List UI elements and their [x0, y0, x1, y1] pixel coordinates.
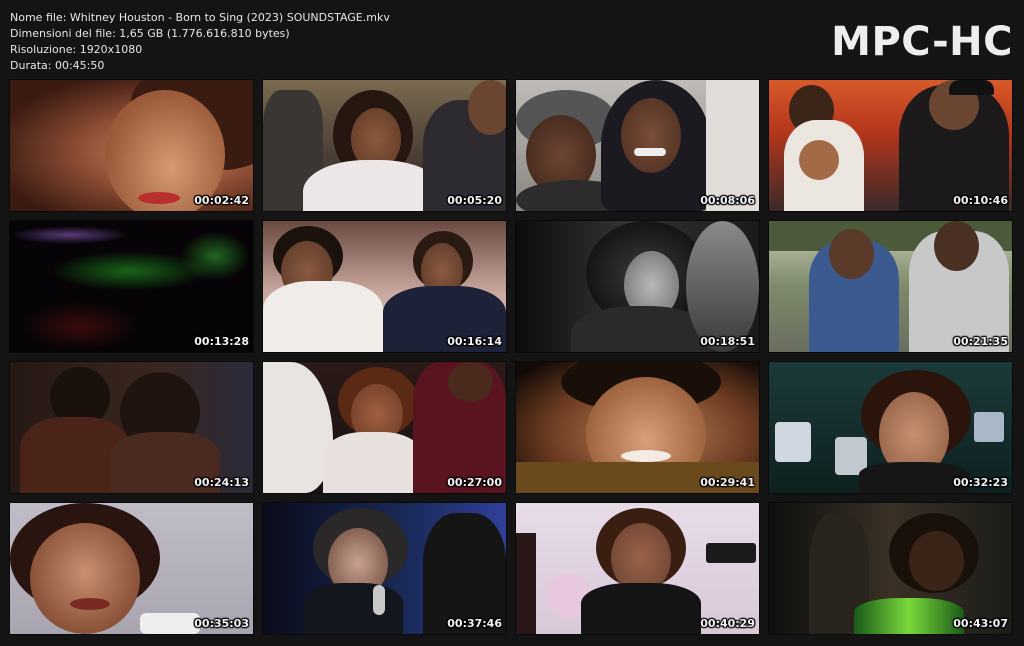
video-thumbnail: 00:40:29 — [515, 502, 760, 635]
timestamp-label: 00:13:28 — [194, 335, 249, 348]
frame-image — [516, 80, 759, 211]
timestamp-label: 00:18:51 — [700, 335, 755, 348]
resolution-line: Risoluzione: 1920x1080 — [10, 43, 143, 56]
timestamp-label: 00:05:20 — [447, 194, 502, 207]
frame-image — [263, 80, 506, 211]
video-thumbnail: 00:32:23 — [768, 361, 1013, 494]
frame-image — [10, 80, 253, 211]
video-thumbnail: 00:05:20 — [262, 79, 507, 212]
video-thumbnail: 00:18:51 — [515, 220, 760, 353]
video-thumbnail: 00:13:28 — [9, 220, 254, 353]
frame-image — [516, 362, 759, 493]
video-thumbnail: 00:21:35 — [768, 220, 1013, 353]
frame-image — [263, 503, 506, 634]
timestamp-label: 00:37:46 — [447, 617, 502, 630]
video-thumbnail: 00:24:13 — [9, 361, 254, 494]
frame-image — [769, 362, 1012, 493]
file-info-panel: Nome file: Whitney Houston - Born to Sin… — [10, 10, 390, 74]
video-thumbnail: 00:02:42 — [9, 79, 254, 212]
video-thumbnail: 00:37:46 — [262, 502, 507, 635]
timestamp-label: 00:24:13 — [194, 476, 249, 489]
video-thumbnail: 00:27:00 — [262, 361, 507, 494]
video-thumbnail: 00:35:03 — [9, 502, 254, 635]
timestamp-label: 00:43:07 — [953, 617, 1008, 630]
timestamp-label: 00:27:00 — [447, 476, 502, 489]
frame-image — [516, 503, 759, 634]
timestamp-label: 00:32:23 — [953, 476, 1008, 489]
video-thumbnail: 00:10:46 — [768, 79, 1013, 212]
frame-image — [263, 221, 506, 352]
frame-image — [10, 362, 253, 493]
frame-image — [769, 221, 1012, 352]
timestamp-label: 00:29:41 — [700, 476, 755, 489]
timestamp-label: 00:35:03 — [194, 617, 249, 630]
video-thumbnail: 00:29:41 — [515, 361, 760, 494]
frame-image — [769, 503, 1012, 634]
video-thumbnail: 00:16:14 — [262, 220, 507, 353]
timestamp-label: 00:16:14 — [447, 335, 502, 348]
timestamp-label: 00:08:06 — [700, 194, 755, 207]
mpc-hc-logo: MPC-HC — [831, 19, 1013, 65]
thumbnail-grid: 00:02:42 00:05:20 00:08:06 00:10:46 00:1… — [9, 79, 1013, 635]
timestamp-label: 00:40:29 — [700, 617, 755, 630]
timestamp-label: 00:10:46 — [953, 194, 1008, 207]
video-thumbnail: 00:43:07 — [768, 502, 1013, 635]
frame-image — [263, 362, 506, 493]
file-size-line: Dimensioni del file: 1,65 GB (1.776.616.… — [10, 27, 290, 40]
timestamp-label: 00:21:35 — [953, 335, 1008, 348]
frame-image — [516, 221, 759, 352]
timestamp-label: 00:02:42 — [194, 194, 249, 207]
frame-image — [10, 503, 253, 634]
file-name-line: Nome file: Whitney Houston - Born to Sin… — [10, 11, 390, 24]
video-thumbnail: 00:08:06 — [515, 79, 760, 212]
frame-image — [10, 221, 253, 352]
duration-line: Durata: 00:45:50 — [10, 59, 105, 72]
frame-image — [769, 80, 1012, 211]
